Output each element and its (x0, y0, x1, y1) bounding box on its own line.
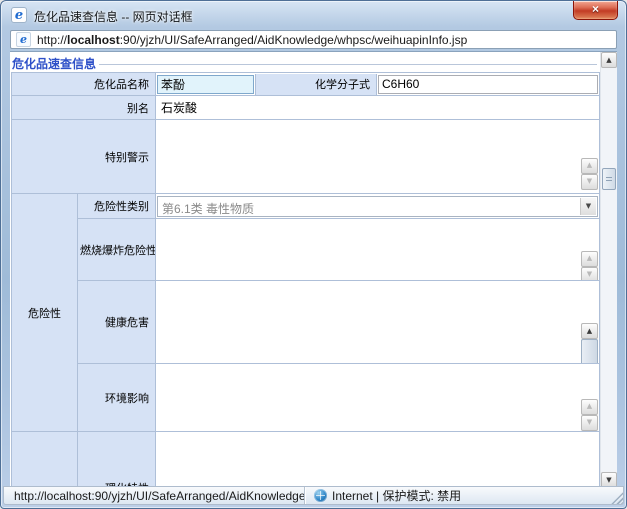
table-row: 健康危害 急性毒性：大鼠经LD50317mg／kg；兔经皮LD50。630mg/… (12, 281, 600, 364)
explosion-label: 燃烧爆炸危险性 (78, 219, 156, 281)
scroll-down-icon: ▼ (587, 271, 592, 278)
physchem-cell: 无色或白色晶体，有特殊气味。在空气中及光线作用下变为粉红色甚至红色。室温下微溶于… (156, 432, 600, 489)
scroll-down-button[interactable]: ▼ (581, 415, 598, 431)
scroll-down-icon: ▼ (606, 477, 611, 484)
address-bar: e http://localhost:90/yjzh/UI/SafeArrang… (10, 29, 617, 51)
scroll-up-icon: ▲ (587, 328, 592, 335)
url-prefix: http:// (37, 33, 67, 47)
warning-cell: 有毒，对皮肤、黏膜有强烈的腐蚀作用 皮肤接触，首先用大量清水冲洗至少15min，… (156, 120, 600, 194)
dropdown-button[interactable]: ▼ (580, 198, 596, 215)
chemical-info-table: 危化品名称 苯酚 化学分子式 C6H60 (11, 72, 600, 488)
scroll-up-icon: ▲ (606, 57, 611, 64)
url-path: :90/yjzh/UI/SafeArranged/AidKnowledge/wh… (120, 33, 468, 47)
page-scrollbar[interactable]: ▲ ▼ (600, 52, 617, 488)
scroll-up-icon: ▲ (587, 403, 592, 410)
alias-value: 石炭酸 (156, 96, 600, 120)
page-favicon-icon: e (16, 32, 31, 47)
scroll-up-button[interactable]: ▲ (581, 323, 598, 339)
scroll-down-icon: ▼ (587, 419, 592, 426)
scroll-up-icon: ▲ (587, 255, 592, 262)
table-row: 燃烧爆炸危险性 可燃 ▲ ▼ (12, 219, 600, 281)
scroll-down-button[interactable]: ▼ (581, 174, 598, 190)
table-row: 理化特性 无色或白色晶体，有特殊气味。在空气中及光线作用下变为粉红色甚至红色。室… (12, 432, 600, 489)
environment-label: 环境影响 (78, 364, 156, 432)
environment-text: 在很低的浓度下就能对水生生物造成危害 在土壤中，只要2-5天时间就可完全降解 2… (157, 399, 580, 401)
explosion-cell: 可燃 ▲ ▼ (156, 219, 600, 281)
scroll-up-button[interactable]: ▲ (581, 399, 598, 415)
table-row: 特别警示 有毒，对皮肤、黏膜有强烈的腐蚀作用 皮肤接触，首先用大量清水冲洗至少1… (12, 120, 600, 194)
page-content-area: 危化品速查信息 危化品名称 苯酚 化学分子式 (10, 51, 617, 488)
scroll-up-button[interactable]: ▲ (581, 158, 598, 174)
close-icon: × (592, 2, 599, 16)
formula-input-wrap: C6H60 (377, 74, 599, 95)
table-row: 环境影响 在很低的浓度下就能对水生生物造成危害 在土壤中，只要2-5天时间就可完… (12, 364, 600, 432)
hazard-class-select[interactable]: 第6.1类 毒性物质 ▼ (157, 196, 598, 217)
hazard-class-label: 危险性类别 (78, 194, 156, 219)
physchem-label: 理化特性 (78, 432, 156, 489)
status-url: http://localhost:90/yjzh/UI/SafeArranged… (4, 489, 304, 503)
address-input[interactable]: e http://localhost:90/yjzh/UI/SafeArrang… (10, 30, 617, 49)
hazard-class-cell: 第6.1类 毒性物质 ▼ (156, 194, 600, 219)
name-input-wrap: 苯酚 (156, 74, 255, 95)
scroll-down-button[interactable]: ▼ (581, 267, 598, 281)
warning-label: 特别警示 (12, 120, 156, 194)
section-title: 危化品速查信息 (12, 55, 96, 72)
thumb-grip-icon (606, 177, 612, 183)
explosion-text: 可燃 (157, 251, 580, 253)
ie-logo-glyph: e (15, 9, 23, 22)
health-cell: 急性毒性：大鼠经LD50317mg／kg；兔经皮LD50。630mg/kg；大鼠… (156, 281, 600, 364)
warning-text: 有毒，对皮肤、黏膜有强烈的腐蚀作用 皮肤接触，首先用大量清水冲洗至少15min，… (157, 158, 580, 160)
health-text: 急性毒性：大鼠经LD50317mg／kg；兔经皮LD50。630mg/kg；大鼠… (157, 323, 580, 325)
formula-input[interactable]: C6H60 (378, 75, 598, 94)
hazard-group-label: 危险性 (12, 194, 78, 432)
ie-logo-glyph: e (20, 33, 27, 46)
environment-cell: 在很低的浓度下就能对水生生物造成危害 在土壤中，只要2-5天时间就可完全降解 2… (156, 364, 600, 432)
scrollbar-thumb[interactable] (581, 339, 598, 364)
window-title: 危化品速查信息 -- 网页对话框 (34, 8, 193, 25)
internet-zone-icon (314, 489, 327, 502)
security-zone-text: Internet | 保护模式: 禁用 (332, 487, 461, 504)
alias-label: 别名 (12, 96, 156, 120)
section-header: 危化品速查信息 (12, 56, 597, 71)
chevron-down-icon: ▼ (586, 203, 591, 210)
url-host: localhost (67, 33, 120, 47)
hazard-class-value: 第6.1类 毒性物质 (162, 200, 254, 217)
scrollbar-thumb[interactable] (602, 168, 616, 190)
ie-icon: e (11, 7, 27, 23)
scroll-up-icon: ▲ (587, 162, 592, 169)
empty-group-cell (12, 432, 78, 489)
scroll-down-icon: ▼ (587, 178, 592, 185)
dialog-window: e 危化品速查信息 -- 网页对话框 × e http://localhost:… (0, 0, 627, 509)
close-button[interactable]: × (573, 1, 618, 20)
section-divider (99, 64, 597, 65)
chemical-name-input[interactable]: 苯酚 (157, 75, 254, 94)
scrollbar-track[interactable] (601, 68, 617, 472)
chemical-name-label: 危化品名称 (12, 73, 156, 96)
form-page: 危化品速查信息 危化品名称 苯酚 化学分子式 (10, 52, 600, 488)
status-bar: http://localhost:90/yjzh/UI/SafeArranged… (3, 486, 624, 505)
formula-label: 化学分子式 (255, 74, 377, 95)
title-bar: e 危化品速查信息 -- 网页对话框 × (1, 1, 626, 29)
table-row: 别名 石炭酸 (12, 96, 600, 120)
health-label: 健康危害 (78, 281, 156, 364)
address-url: http://localhost:90/yjzh/UI/SafeArranged… (37, 33, 467, 47)
table-row: 危险性 危险性类别 第6.1类 毒性物质 ▼ (12, 194, 600, 219)
table-row: 危化品名称 苯酚 化学分子式 C6H60 (12, 73, 600, 96)
status-divider (304, 487, 305, 504)
name-formula-cell: 苯酚 化学分子式 C6H60 (156, 73, 600, 96)
scroll-up-button[interactable]: ▲ (581, 251, 598, 267)
scroll-up-button[interactable]: ▲ (601, 52, 617, 68)
resize-grip[interactable] (609, 490, 623, 504)
